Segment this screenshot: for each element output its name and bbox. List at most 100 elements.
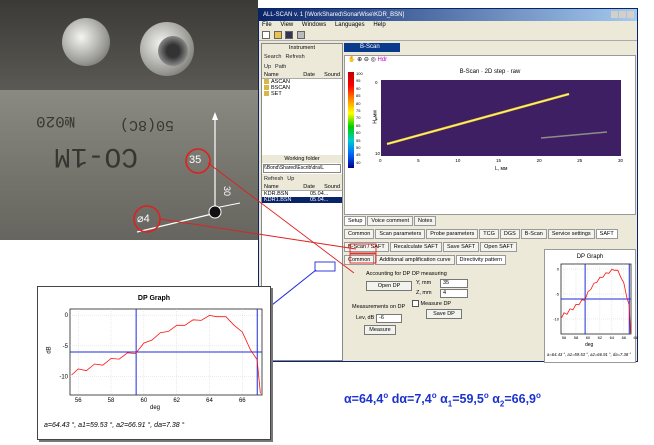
dp-graph-svg: 56 58 60 62 64 66 0 -5 -10 [59,308,263,404]
working-folder-path[interactable]: \\Bond\Shared\Escrib\dra\L [263,164,341,173]
menu-languages[interactable]: Languages [335,22,365,28]
colorbar-tick: 75 [356,108,361,114]
tab-voice-comment[interactable]: Voice comment [367,216,413,226]
bscan-plot[interactable] [381,80,621,156]
folder-icon [264,79,269,85]
tab-notes[interactable]: Notes [413,216,437,226]
bscan-x-label: L, мм [495,166,508,172]
tab-common-2[interactable]: Common [344,255,375,265]
tab-additional-amplification[interactable]: Additional amplification curve [375,255,455,265]
measure-dp-checkbox[interactable]: Measure DP [412,300,451,307]
ymm-input[interactable]: 35 [440,279,468,288]
y-tick: 0 [375,80,378,85]
zoom-fit-icon[interactable]: ◎ [371,57,376,63]
ymm-label: Y, mm [416,280,432,286]
col-date[interactable]: Date [301,184,322,190]
menu-file[interactable]: File [262,22,272,28]
y-tick-label: -5 [63,344,69,350]
tab-service-settings[interactable]: Service settings [547,229,595,239]
y-tick-label: 0 [557,266,560,271]
working-file-list: Name Date Sound KDR.BSN 05.04... KDR1.BSN… [262,184,342,203]
refresh-button[interactable]: Refresh [285,54,304,60]
print-icon[interactable] [297,31,306,39]
colorbar-tick: 85 [356,93,361,99]
x-tick: 10 [455,158,461,163]
tab-setup[interactable]: Setup [344,216,367,226]
formula-alpha2-val: =66,9 [504,392,537,407]
open-icon[interactable] [273,31,282,39]
close-icon[interactable] [627,11,634,18]
zoom-out-icon[interactable]: ⊖ [364,57,369,63]
menu-help[interactable]: Help [373,22,385,28]
colorbar-ticks: 100 95 90 85 80 75 70 65 60 55 50 45 40 [356,70,363,166]
search-button[interactable]: Search [264,54,281,60]
colorbar-tick: 55 [356,137,361,143]
col-sound[interactable]: Sound [322,184,342,190]
formula-deg: o [431,391,437,400]
tab-dgs[interactable]: DGS [499,229,520,239]
tab-directivity-pattern[interactable]: Directivity pattern [455,255,507,265]
save-icon[interactable] [285,31,294,39]
save-dp-button[interactable]: Save DP [426,309,462,319]
bscan-view: ✋ ⊕ ⊖ ◎ Hdr B-Scan · 2D step · raw 100 9… [344,55,636,215]
bscan-toolbar: ✋ ⊕ ⊖ ◎ Hdr [345,56,635,66]
tab-saft[interactable]: SAFT [595,229,618,239]
refresh-button-2[interactable]: Refresh [264,176,283,182]
instrument-file-list: Name Date Sound ASCAN BSCAN SET [262,72,342,97]
working-folder-title: Working folder [262,155,342,163]
y-tick-label: -10 [59,375,68,381]
formula-deg: o [536,391,541,400]
zmm-input[interactable]: 4 [440,289,468,298]
menu-windows[interactable]: Windows [302,22,326,28]
dp-graph-small: DP Graph 56 58 60 62 64 66 68 0 -5 -10 deg a=64.4… [544,249,639,363]
hdr-toggle[interactable]: Hdr [377,57,387,63]
col-name[interactable]: Name [262,184,301,190]
accounting-label: Accounting for DP [366,271,411,277]
up-button[interactable]: Up [264,64,271,70]
menu-view[interactable]: View [280,22,293,28]
test-block-photo: 50(8C) №020 CO-1M 35 ⌀4 30 [0,0,258,240]
tab-bscan-settings[interactable]: B-Scan [520,229,547,239]
maximize-icon[interactable] [619,11,626,18]
path-button[interactable]: Path [275,64,286,70]
tab-probe-parameters[interactable]: Probe parameters [426,229,479,239]
recalculate-saft[interactable]: Recalculate SAFT [389,242,443,252]
new-icon[interactable] [262,31,270,39]
minimize-icon[interactable] [611,11,618,18]
hand-icon[interactable]: ✋ [348,57,355,63]
x-tick-label: 62 [598,335,603,340]
x-tick-label: 60 [586,335,591,340]
col-date[interactable]: Date [301,72,322,78]
x-tick: 30 [617,158,623,163]
zoom-in-icon[interactable]: ⊕ [357,57,362,63]
up-button-2[interactable]: Up [287,176,294,182]
save-saft[interactable]: Save SAFT [443,242,480,252]
tab-scan-parameters[interactable]: Scan parameters [375,229,426,239]
formula-deg: o [483,391,489,400]
col-sound[interactable]: Sound [322,72,342,78]
colorbar-tick: 40 [356,159,361,165]
lev-label: Lev, dB [356,315,375,321]
checkbox-icon [412,300,419,307]
open-saft[interactable]: Open SAFT [480,242,518,252]
y-tick: 10 [375,151,381,156]
tab-tcg[interactable]: TCG [479,229,499,239]
file-list-header: Name Date Sound [262,72,342,79]
tab-bscan[interactable]: B-Scan [344,43,400,52]
x-tick-label: 56 [75,398,82,404]
colorbar-tick: 95 [356,78,361,84]
angle-formula: α=64,4o dα=7,4o α1=59,5o α2=66,9o [344,391,541,409]
label-30: 30 [222,185,233,197]
saft-bscan[interactable]: B-Scan / SAFT [344,242,389,252]
open-dp-button[interactable]: Open DP [366,281,412,291]
file-list-header: Name Date Sound [262,184,342,191]
colorbar-tick: 100 [356,71,363,76]
lev-input[interactable]: -6 [376,314,402,323]
x-tick-label: 56 [562,335,567,340]
file-row[interactable]: KDR1.BSN 05.04... [262,197,342,203]
formula-deg: o [383,391,389,400]
measure-button[interactable]: Measure [364,325,396,335]
col-name[interactable]: Name [262,72,301,78]
x-tick-label: 64 [610,335,615,340]
tab-common[interactable]: Common [344,229,375,239]
